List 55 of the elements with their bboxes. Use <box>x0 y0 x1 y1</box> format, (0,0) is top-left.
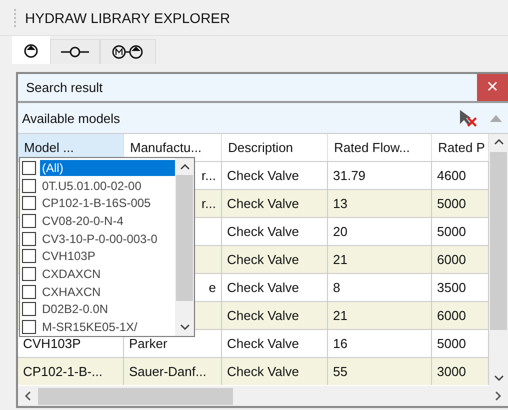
checkbox[interactable] <box>22 178 36 193</box>
table-cell: 16 <box>328 329 432 357</box>
checkbox[interactable] <box>22 320 36 334</box>
table-cell: 20 <box>328 217 432 245</box>
checkbox[interactable] <box>22 302 36 316</box>
panel-title: Search result <box>25 80 104 95</box>
scroll-up-icon[interactable] <box>180 163 190 171</box>
table-cell: 21 <box>328 301 432 329</box>
filter-option[interactable]: CV3-10-P-0-00-003-0 <box>40 230 160 247</box>
table-cell: Check Valve <box>222 357 328 385</box>
checkbox[interactable] <box>22 284 36 299</box>
tab[interactable] <box>100 39 156 64</box>
table-cell: Check Valve <box>222 217 328 245</box>
grip-icon[interactable] <box>14 8 18 26</box>
filter-option[interactable]: (All) <box>40 160 175 176</box>
tab[interactable] <box>50 39 100 64</box>
scroll-down-icon[interactable] <box>180 323 190 331</box>
filter-option[interactable]: CXDAXCN <box>40 266 103 282</box>
scroll-down-icon[interactable] <box>494 374 504 382</box>
filter-option[interactable]: CVH103P <box>40 248 98 264</box>
filter-option[interactable]: CV08-20-0-N-4 <box>40 212 126 229</box>
filter-option[interactable]: D02B2-0.0N <box>40 301 110 318</box>
table-cell: 31.79 <box>328 161 432 189</box>
scroll-right-icon[interactable] <box>494 391 502 401</box>
table-cell: 8 <box>328 273 432 301</box>
table-cell: Check Valve <box>222 329 328 357</box>
horizontal-scrollbar[interactable] <box>18 386 508 406</box>
table-cell: CP102-1-B-... <box>18 357 124 385</box>
table-cell: 55 <box>328 357 432 385</box>
table-cell: Sauer-Danf... <box>124 357 222 385</box>
clear-filter-icon[interactable] <box>458 109 478 127</box>
motor-pump-icon <box>111 44 145 60</box>
checkbox[interactable] <box>22 214 36 228</box>
pump-icon <box>23 42 39 58</box>
scroll-up-icon[interactable] <box>494 138 504 146</box>
table-cell: Check Valve <box>222 161 328 189</box>
table-cell: Check Valve <box>222 273 328 301</box>
checkbox[interactable] <box>22 249 36 264</box>
valve-icon <box>61 46 89 58</box>
checkbox[interactable] <box>22 160 36 175</box>
checkbox[interactable] <box>22 196 36 210</box>
vertical-scrollbar[interactable] <box>489 134 508 386</box>
filter-option[interactable]: CXHAXCN <box>40 284 103 300</box>
table-cell: 13 <box>328 189 432 217</box>
window-title: HYDRAW LIBRARY EXPLORER <box>25 10 230 26</box>
checkbox[interactable] <box>22 267 36 282</box>
table-cell: 21 <box>328 245 432 273</box>
scroll-left-icon[interactable] <box>24 391 32 401</box>
table-cell: Check Valve <box>222 245 328 273</box>
checkbox[interactable] <box>22 232 36 246</box>
close-button[interactable]: × <box>477 74 508 101</box>
table-cell: Check Valve <box>222 301 328 329</box>
panel-title: Available models <box>21 110 122 126</box>
table-cell: Check Valve <box>222 189 328 217</box>
dropdown-scrollbar[interactable] <box>175 158 194 336</box>
